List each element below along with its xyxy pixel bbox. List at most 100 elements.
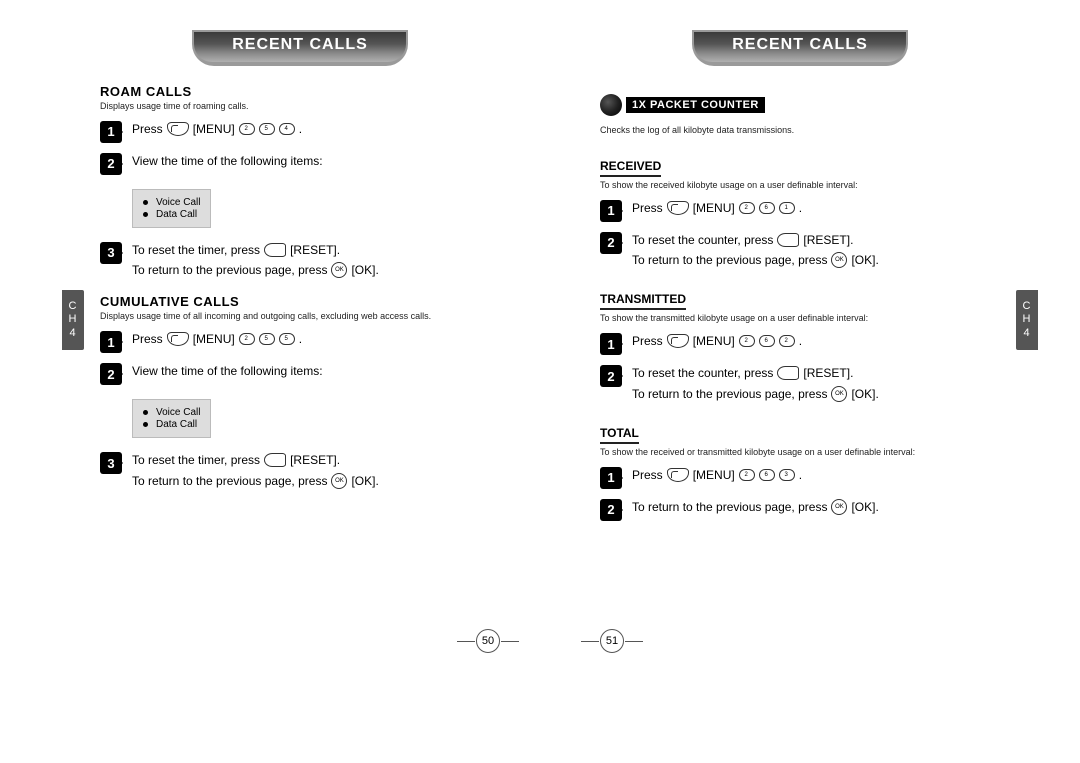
roam-steps: 1 Press [MENU] 2 5 4 . 2 View the time o… (100, 121, 500, 175)
cumulative-steps: 1 Press [MENU] 2 5 5 . 2 View the time o… (100, 331, 500, 385)
t: To return to the previous page, press (632, 499, 827, 515)
list-item: Data Call (143, 209, 200, 220)
roam-steps-2: 3 To reset the timer, press [RESET]. To … (100, 242, 500, 278)
transmitted-title: TRANSMITTED (600, 292, 686, 310)
keypad-6-icon: 6 (759, 335, 775, 347)
total-title: TOTAL (600, 426, 639, 444)
t: [MENU] (193, 121, 235, 137)
header-title-right: RECENT CALLS (732, 36, 868, 53)
roam-step-3-text: To reset the timer, press [RESET]. To re… (132, 242, 500, 278)
header-tab-right: RECENT CALLS (692, 30, 908, 66)
t: [MENU] (193, 331, 235, 347)
right-softkey-icon (777, 366, 799, 380)
step-num-icon: 1 (100, 121, 122, 143)
t: Press (632, 333, 663, 349)
keypad-2-icon: 2 (239, 333, 255, 345)
t: [OK]. (351, 262, 378, 278)
roam-calls-note: Displays usage time of roaming calls. (100, 101, 500, 111)
t: [OK]. (851, 386, 878, 402)
t: To reset the timer, press (132, 242, 260, 258)
left-softkey-icon (667, 201, 689, 215)
t: . (299, 121, 302, 137)
t: . (799, 467, 802, 483)
t: [OK]. (851, 252, 878, 268)
list-item: Voice Call (143, 197, 200, 208)
t: To reset the counter, press (632, 232, 773, 248)
page-header-right: RECENT CALLS (600, 30, 1000, 66)
chapter-tab-h: H (62, 313, 84, 326)
chapter-tab-n: 4 (1016, 327, 1038, 340)
received-step-2-text: To reset the counter, press [RESET]. To … (632, 232, 1000, 268)
t: Press (132, 331, 163, 347)
transmitted-step-2-text: To reset the counter, press [RESET]. To … (632, 365, 1000, 401)
t: Data Call (156, 209, 197, 220)
left-softkey-icon (167, 332, 189, 346)
chapter-tab-h: H (1016, 313, 1038, 326)
page-header-left: RECENT CALLS (100, 30, 500, 66)
cumulative-calls-title: CUMULATIVE CALLS (100, 294, 500, 309)
t: To return to the previous page, press (632, 386, 827, 402)
bullet-icon (143, 422, 148, 427)
bullet-icon (143, 200, 148, 205)
cumulative-items-box: Voice Call Data Call (132, 399, 211, 438)
total-step-2-text: To return to the previous page, press OK… (632, 499, 1000, 515)
ok-key-icon: OK (331, 473, 347, 489)
t: . (299, 331, 302, 347)
received-step-1: 1 Press [MENU] 2 6 1 . (600, 200, 1000, 222)
chapter-tab-c: C (62, 300, 84, 313)
roam-step-1: 1 Press [MENU] 2 5 4 . (100, 121, 500, 143)
step-num-icon: 3 (100, 452, 122, 474)
keypad-4-icon: 4 (279, 123, 295, 135)
roam-step-2: 2 View the time of the following items: (100, 153, 500, 175)
total-steps: 1 Press [MENU] 2 6 3 . 2 To return to th… (600, 467, 1000, 521)
roam-items-box: Voice Call Data Call (132, 189, 211, 228)
t: . (799, 333, 802, 349)
t: To return to the previous page, press (132, 473, 327, 489)
chapter-tab-c: C (1016, 300, 1038, 313)
total-step-1-text: Press [MENU] 2 6 3 . (632, 467, 1000, 483)
circle-bullet-icon (600, 94, 622, 116)
t: [MENU] (693, 467, 735, 483)
t: Voice Call (156, 197, 200, 208)
page-50: C H 4 RECENT CALLS ROAM CALLS Displays u… (0, 0, 540, 763)
t: Press (632, 200, 663, 216)
keypad-3-icon: 3 (779, 469, 795, 481)
step-num-icon: 1 (600, 333, 622, 355)
step-num-icon: 3 (100, 242, 122, 264)
bullet-icon (143, 410, 148, 415)
left-softkey-icon (167, 122, 189, 136)
received-note: To show the received kilobyte usage on a… (600, 180, 1000, 190)
t: To reset the counter, press (632, 365, 773, 381)
transmitted-step-1-text: Press [MENU] 2 6 2 . (632, 333, 1000, 349)
step-num-icon: 1 (600, 200, 622, 222)
list-item: Voice Call (143, 407, 200, 418)
t: [MENU] (693, 200, 735, 216)
keypad-2-icon: 2 (779, 335, 795, 347)
transmitted-step-1: 1 Press [MENU] 2 6 2 . (600, 333, 1000, 355)
t: Data Call (156, 419, 197, 430)
cumulative-step-3-text: To reset the timer, press [RESET]. To re… (132, 452, 500, 488)
keypad-6-icon: 6 (759, 469, 775, 481)
packet-counter-text: 1X PACKET COUNTER (626, 97, 765, 113)
right-softkey-icon (264, 243, 286, 257)
list-item: Data Call (143, 419, 200, 430)
keypad-5-icon: 5 (279, 333, 295, 345)
t: To return to the previous page, press (132, 262, 327, 278)
step-num-icon: 2 (100, 363, 122, 385)
roam-step-2-text: View the time of the following items: (132, 153, 500, 169)
cumulative-steps-2: 3 To reset the timer, press [RESET]. To … (100, 452, 500, 488)
chapter-tab-right: C H 4 (1016, 290, 1038, 350)
right-softkey-icon (264, 453, 286, 467)
keypad-5-icon: 5 (259, 123, 275, 135)
keypad-2-icon: 2 (739, 335, 755, 347)
step-num-icon: 2 (600, 365, 622, 387)
transmitted-steps: 1 Press [MENU] 2 6 2 . 2 To reset the co… (600, 333, 1000, 401)
keypad-6-icon: 6 (759, 202, 775, 214)
t: . (799, 200, 802, 216)
cumulative-step-3: 3 To reset the timer, press [RESET]. To … (100, 452, 500, 488)
keypad-2-icon: 2 (739, 469, 755, 481)
t: To reset the timer, press (132, 452, 260, 468)
received-step-2: 2 To reset the counter, press [RESET]. T… (600, 232, 1000, 268)
t: [RESET]. (803, 365, 853, 381)
left-softkey-icon (667, 468, 689, 482)
